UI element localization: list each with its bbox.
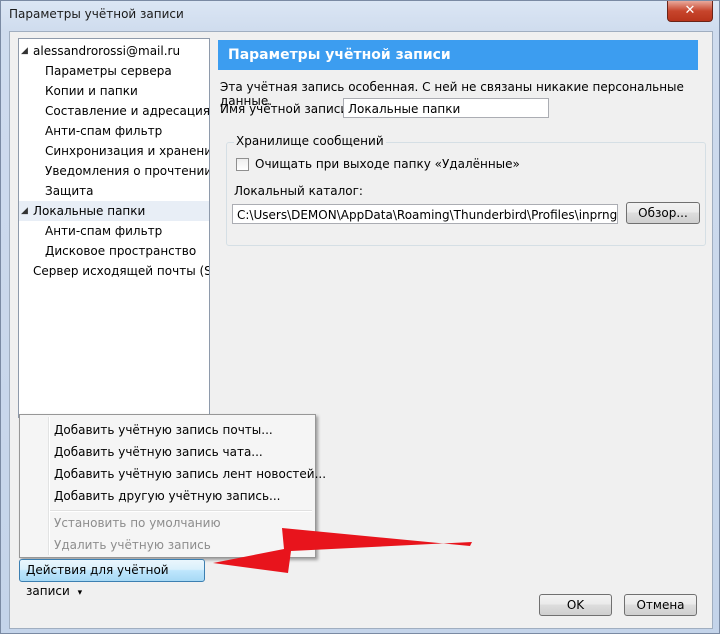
browse-button[interactable]: Обзор... [626,202,700,224]
tree-item-security[interactable]: Защита [19,181,209,201]
tree-item-label: Сервер исходящей почты (S... [33,264,210,278]
panel-header: Параметры учётной записи [218,40,698,70]
menu-item-add-chat-account[interactable]: Добавить учётную запись чата... [54,441,263,463]
menu-item-remove-account: Удалить учётную запись [54,538,211,552]
cancel-button[interactable]: Отмена [624,594,697,616]
tree-item-label: alessandrorossi@mail.ru [33,44,181,58]
close-icon: ✕ [684,3,696,18]
empty-trash-checkbox[interactable] [236,158,249,171]
account-tree[interactable]: ◢ alessandrorossi@mail.ru Параметры серв… [18,38,210,418]
ok-button[interactable]: OK [539,594,612,616]
tree-item-label: Анти-спам фильтр [45,124,163,138]
tree-item-label: Локальные папки [33,204,146,218]
menu-item-add-other-account[interactable]: Добавить другую учётную запись... [54,485,280,507]
tree-item-account-mail[interactable]: ◢ alessandrorossi@mail.ru [19,41,209,61]
expand-twisty-icon[interactable]: ◢ [21,201,28,221]
tree-item-server-settings[interactable]: Параметры сервера [19,61,209,81]
window-title: Параметры учётной записи [9,7,184,21]
tree-item-label: Копии и папки [45,84,138,98]
tree-item-label: Параметры сервера [45,64,172,78]
account-name-input[interactable]: Локальные папки [343,98,549,118]
message-storage-title: Хранилище сообщений [234,134,386,148]
dropdown-caret-icon: ▾ [77,588,83,598]
close-button[interactable]: ✕ [667,1,713,22]
menu-item-set-default: Установить по умолчанию [54,516,221,530]
local-directory-input[interactable]: C:\Users\DEMON\AppData\Roaming\Thunderbi… [232,204,618,224]
empty-trash-label[interactable]: Очищать при выходе папку «Удалённые» [255,157,520,171]
tree-item-local-folders[interactable]: ◢ Локальные папки [19,201,209,221]
tree-item-disk-space[interactable]: Дисковое пространство [19,241,209,261]
tree-item-copies-folders[interactable]: Копии и папки [19,81,209,101]
tree-item-label: Дисковое пространство [45,244,197,258]
tree-item-label: Составление и адресация [45,104,210,118]
local-directory-label: Локальный каталог: [234,184,363,198]
tree-item-label: Защита [45,184,94,198]
account-actions-menu: Добавить учётную запись почты... Добавит… [19,414,326,558]
menu-item-add-feed-account[interactable]: Добавить учётную запись лент новостей... [54,463,326,485]
account-name-label: Имя учётной записи: [220,102,353,116]
tree-item-label: Уведомления о прочтении [45,164,210,178]
tree-item-outgoing-server[interactable]: Сервер исходящей почты (S... [19,261,209,281]
expand-twisty-icon[interactable]: ◢ [21,41,28,61]
tree-item-sync-storage[interactable]: Синхронизация и хранение [19,141,209,161]
tree-item-composition[interactable]: Составление и адресация [19,101,209,121]
tree-item-local-junk-filter[interactable]: Анти-спам фильтр [19,221,209,241]
menu-item-add-mail-account[interactable]: Добавить учётную запись почты... [54,419,273,441]
title-bar[interactable]: Параметры учётной записи ✕ [1,1,719,31]
account-settings-window: Параметры учётной записи ✕ ◢ alessandror… [0,0,720,634]
menu-icon-gutter [48,417,50,555]
tree-item-label: Синхронизация и хранение [45,144,210,158]
tree-item-junk-filter[interactable]: Анти-спам фильтр [19,121,209,141]
tree-item-label: Анти-спам фильтр [45,224,163,238]
account-actions-button[interactable]: Действия для учётной записи ▾ [19,559,205,598]
tree-item-return-receipts[interactable]: Уведомления о прочтении [19,161,209,181]
